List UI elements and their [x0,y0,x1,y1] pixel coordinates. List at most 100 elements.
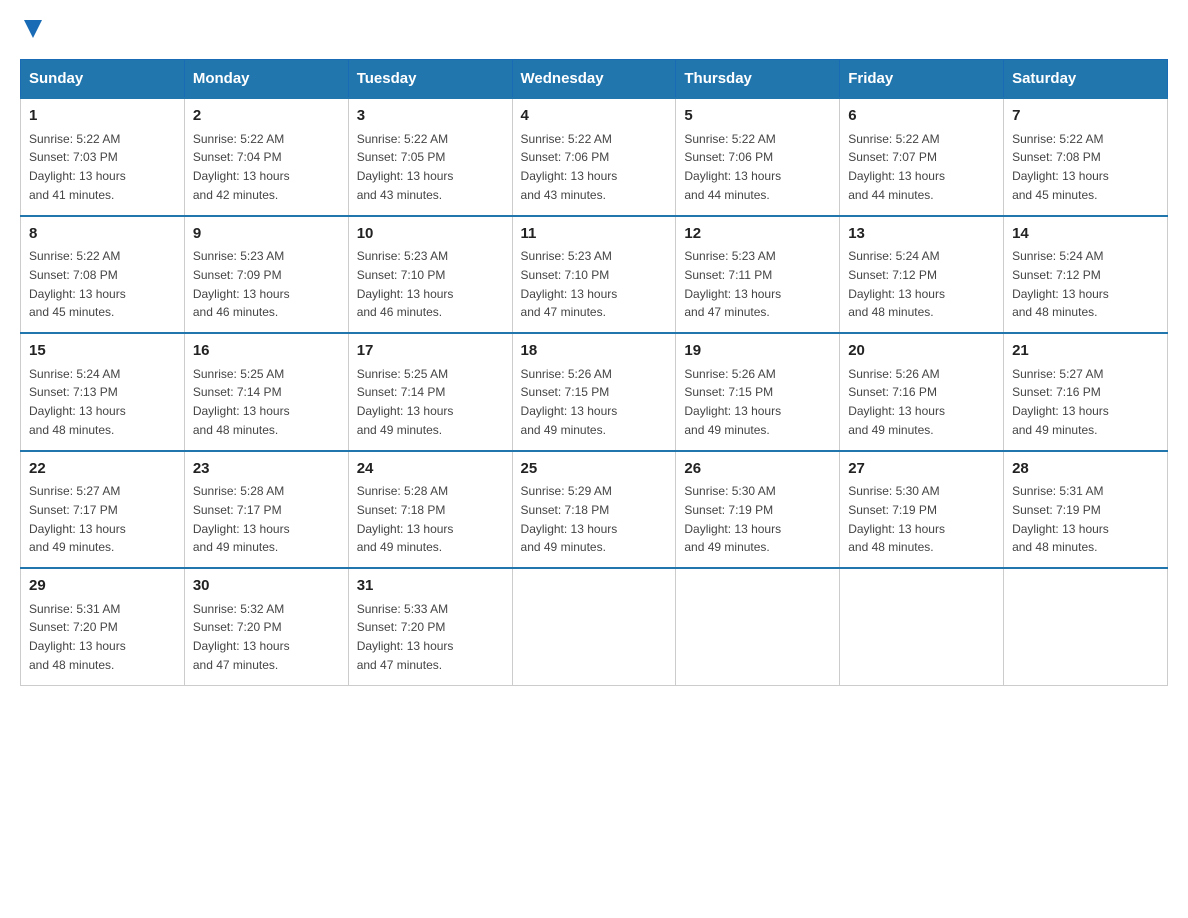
calendar-table: SundayMondayTuesdayWednesdayThursdayFrid… [20,59,1168,686]
calendar-cell: 3 Sunrise: 5:22 AMSunset: 7:05 PMDayligh… [348,98,512,216]
calendar-cell: 26 Sunrise: 5:30 AMSunset: 7:19 PMDaylig… [676,451,840,569]
calendar-cell: 30 Sunrise: 5:32 AMSunset: 7:20 PMDaylig… [184,568,348,685]
week-row-3: 15 Sunrise: 5:24 AMSunset: 7:13 PMDaylig… [21,333,1168,451]
day-info: Sunrise: 5:31 AMSunset: 7:20 PMDaylight:… [29,602,126,672]
calendar-cell: 11 Sunrise: 5:23 AMSunset: 7:10 PMDaylig… [512,216,676,334]
day-number: 27 [848,458,995,481]
day-info: Sunrise: 5:31 AMSunset: 7:19 PMDaylight:… [1012,484,1109,554]
day-number: 2 [193,105,340,128]
day-info: Sunrise: 5:23 AMSunset: 7:10 PMDaylight:… [521,249,618,319]
day-number: 22 [29,458,176,481]
calendar-cell: 1 Sunrise: 5:22 AMSunset: 7:03 PMDayligh… [21,98,185,216]
calendar-cell: 5 Sunrise: 5:22 AMSunset: 7:06 PMDayligh… [676,98,840,216]
day-info: Sunrise: 5:22 AMSunset: 7:08 PMDaylight:… [29,249,126,319]
day-info: Sunrise: 5:26 AMSunset: 7:16 PMDaylight:… [848,367,945,437]
day-info: Sunrise: 5:26 AMSunset: 7:15 PMDaylight:… [684,367,781,437]
calendar-cell: 27 Sunrise: 5:30 AMSunset: 7:19 PMDaylig… [840,451,1004,569]
day-info: Sunrise: 5:22 AMSunset: 7:06 PMDaylight:… [521,132,618,202]
calendar-cell: 8 Sunrise: 5:22 AMSunset: 7:08 PMDayligh… [21,216,185,334]
day-number: 12 [684,223,831,246]
day-info: Sunrise: 5:24 AMSunset: 7:12 PMDaylight:… [1012,249,1109,319]
calendar-cell [840,568,1004,685]
day-number: 26 [684,458,831,481]
calendar-cell: 7 Sunrise: 5:22 AMSunset: 7:08 PMDayligh… [1004,98,1168,216]
day-number: 31 [357,575,504,598]
calendar-cell: 28 Sunrise: 5:31 AMSunset: 7:19 PMDaylig… [1004,451,1168,569]
weekday-header-friday: Friday [840,60,1004,99]
calendar-cell: 6 Sunrise: 5:22 AMSunset: 7:07 PMDayligh… [840,98,1004,216]
weekday-header-saturday: Saturday [1004,60,1168,99]
day-info: Sunrise: 5:22 AMSunset: 7:05 PMDaylight:… [357,132,454,202]
weekday-header-thursday: Thursday [676,60,840,99]
day-number: 4 [521,105,668,128]
calendar-cell: 31 Sunrise: 5:33 AMSunset: 7:20 PMDaylig… [348,568,512,685]
day-number: 15 [29,340,176,363]
calendar-cell [1004,568,1168,685]
calendar-cell: 22 Sunrise: 5:27 AMSunset: 7:17 PMDaylig… [21,451,185,569]
day-number: 8 [29,223,176,246]
logo [20,20,42,43]
day-number: 10 [357,223,504,246]
weekday-header-sunday: Sunday [21,60,185,99]
day-number: 20 [848,340,995,363]
day-info: Sunrise: 5:26 AMSunset: 7:15 PMDaylight:… [521,367,618,437]
day-info: Sunrise: 5:22 AMSunset: 7:06 PMDaylight:… [684,132,781,202]
day-info: Sunrise: 5:27 AMSunset: 7:16 PMDaylight:… [1012,367,1109,437]
day-info: Sunrise: 5:24 AMSunset: 7:12 PMDaylight:… [848,249,945,319]
calendar-cell: 10 Sunrise: 5:23 AMSunset: 7:10 PMDaylig… [348,216,512,334]
day-info: Sunrise: 5:22 AMSunset: 7:07 PMDaylight:… [848,132,945,202]
day-number: 24 [357,458,504,481]
day-info: Sunrise: 5:23 AMSunset: 7:09 PMDaylight:… [193,249,290,319]
day-info: Sunrise: 5:27 AMSunset: 7:17 PMDaylight:… [29,484,126,554]
day-number: 25 [521,458,668,481]
day-info: Sunrise: 5:22 AMSunset: 7:03 PMDaylight:… [29,132,126,202]
weekday-header-tuesday: Tuesday [348,60,512,99]
calendar-cell: 29 Sunrise: 5:31 AMSunset: 7:20 PMDaylig… [21,568,185,685]
calendar-cell: 17 Sunrise: 5:25 AMSunset: 7:14 PMDaylig… [348,333,512,451]
calendar-cell: 13 Sunrise: 5:24 AMSunset: 7:12 PMDaylig… [840,216,1004,334]
day-number: 5 [684,105,831,128]
day-number: 29 [29,575,176,598]
day-number: 23 [193,458,340,481]
day-number: 11 [521,223,668,246]
calendar-cell: 24 Sunrise: 5:28 AMSunset: 7:18 PMDaylig… [348,451,512,569]
day-info: Sunrise: 5:24 AMSunset: 7:13 PMDaylight:… [29,367,126,437]
calendar-cell: 15 Sunrise: 5:24 AMSunset: 7:13 PMDaylig… [21,333,185,451]
day-number: 17 [357,340,504,363]
day-number: 30 [193,575,340,598]
day-info: Sunrise: 5:32 AMSunset: 7:20 PMDaylight:… [193,602,290,672]
day-number: 9 [193,223,340,246]
week-row-2: 8 Sunrise: 5:22 AMSunset: 7:08 PMDayligh… [21,216,1168,334]
day-number: 28 [1012,458,1159,481]
week-row-1: 1 Sunrise: 5:22 AMSunset: 7:03 PMDayligh… [21,98,1168,216]
calendar-cell: 12 Sunrise: 5:23 AMSunset: 7:11 PMDaylig… [676,216,840,334]
day-info: Sunrise: 5:29 AMSunset: 7:18 PMDaylight:… [521,484,618,554]
day-number: 3 [357,105,504,128]
calendar-cell: 25 Sunrise: 5:29 AMSunset: 7:18 PMDaylig… [512,451,676,569]
calendar-cell: 14 Sunrise: 5:24 AMSunset: 7:12 PMDaylig… [1004,216,1168,334]
week-row-5: 29 Sunrise: 5:31 AMSunset: 7:20 PMDaylig… [21,568,1168,685]
day-number: 21 [1012,340,1159,363]
calendar-cell: 9 Sunrise: 5:23 AMSunset: 7:09 PMDayligh… [184,216,348,334]
day-info: Sunrise: 5:22 AMSunset: 7:04 PMDaylight:… [193,132,290,202]
day-info: Sunrise: 5:25 AMSunset: 7:14 PMDaylight:… [193,367,290,437]
weekday-header-wednesday: Wednesday [512,60,676,99]
day-number: 18 [521,340,668,363]
calendar-cell: 4 Sunrise: 5:22 AMSunset: 7:06 PMDayligh… [512,98,676,216]
day-info: Sunrise: 5:28 AMSunset: 7:17 PMDaylight:… [193,484,290,554]
day-info: Sunrise: 5:33 AMSunset: 7:20 PMDaylight:… [357,602,454,672]
day-info: Sunrise: 5:23 AMSunset: 7:10 PMDaylight:… [357,249,454,319]
day-info: Sunrise: 5:25 AMSunset: 7:14 PMDaylight:… [357,367,454,437]
day-info: Sunrise: 5:22 AMSunset: 7:08 PMDaylight:… [1012,132,1109,202]
day-number: 19 [684,340,831,363]
calendar-cell: 21 Sunrise: 5:27 AMSunset: 7:16 PMDaylig… [1004,333,1168,451]
calendar-cell: 18 Sunrise: 5:26 AMSunset: 7:15 PMDaylig… [512,333,676,451]
calendar-cell: 2 Sunrise: 5:22 AMSunset: 7:04 PMDayligh… [184,98,348,216]
day-number: 14 [1012,223,1159,246]
week-row-4: 22 Sunrise: 5:27 AMSunset: 7:17 PMDaylig… [21,451,1168,569]
day-info: Sunrise: 5:23 AMSunset: 7:11 PMDaylight:… [684,249,781,319]
logo-triangle-icon [24,20,42,38]
day-number: 16 [193,340,340,363]
day-number: 6 [848,105,995,128]
calendar-cell: 16 Sunrise: 5:25 AMSunset: 7:14 PMDaylig… [184,333,348,451]
